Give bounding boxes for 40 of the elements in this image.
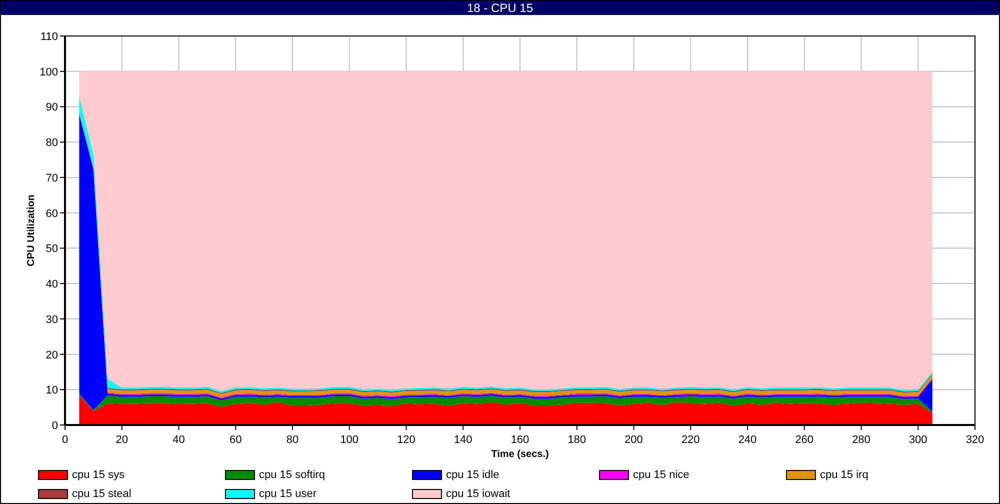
legend-label: cpu 15 idle [446, 468, 500, 480]
axis-tick-label: 90 [46, 102, 58, 114]
axis-tick-label: 50 [46, 243, 58, 256]
axis-tick-label: 100 [340, 434, 359, 446]
legend-label: cpu 15 irq [820, 468, 868, 480]
axis-tick-label: 280 [852, 434, 870, 446]
window-title: 18 - CPU 15 [1, 1, 999, 15]
axis-tick-label: 30 [46, 314, 58, 326]
axis-tick-label: 100 [40, 66, 58, 78]
axis-tick-label: 0 [52, 420, 58, 432]
legend-label: cpu 15 sys [72, 468, 125, 480]
y-axis-title: CPU Utilization [26, 194, 37, 266]
legend-label: cpu 15 steal [72, 488, 132, 500]
axis-tick-label: 20 [46, 349, 58, 362]
axis-tick-label: 40 [172, 434, 185, 446]
axis-tick-label: 300 [908, 434, 928, 446]
axis-tick-label: 60 [230, 434, 242, 446]
axis-tick-label: 140 [454, 434, 472, 446]
legend-label: cpu 15 iowait [446, 488, 510, 500]
axis-tick-label: 40 [46, 278, 58, 291]
legend-label: cpu 15 softirq [259, 468, 326, 480]
axis-tick-label: 70 [46, 172, 58, 184]
axis-tick-label: 80 [286, 434, 299, 446]
legend-label: cpu 15 user [259, 488, 316, 500]
axis-tick-label: 20 [116, 434, 128, 446]
axis-tick-label: 110 [40, 31, 58, 43]
axis-tick-label: 80 [46, 137, 58, 150]
legend-label: cpu 15 nice [633, 468, 690, 480]
axis-tick-label: 320 [966, 434, 984, 446]
axis-tick-label: 260 [795, 434, 814, 446]
axis-tick-label: 200 [624, 434, 643, 446]
axis-tick-label: 160 [510, 434, 530, 446]
axis-tick-label: 10 [46, 384, 58, 397]
axis-tick-label: 220 [681, 434, 700, 446]
axis-tick-label: 0 [62, 434, 68, 446]
axis-tick-label: 240 [738, 434, 757, 446]
axis-tick-label: 120 [397, 434, 416, 446]
axis-tick-label: 60 [46, 208, 58, 220]
axis-tick-label: 180 [568, 434, 586, 446]
x-axis-title: Time (secs.) [491, 449, 549, 460]
